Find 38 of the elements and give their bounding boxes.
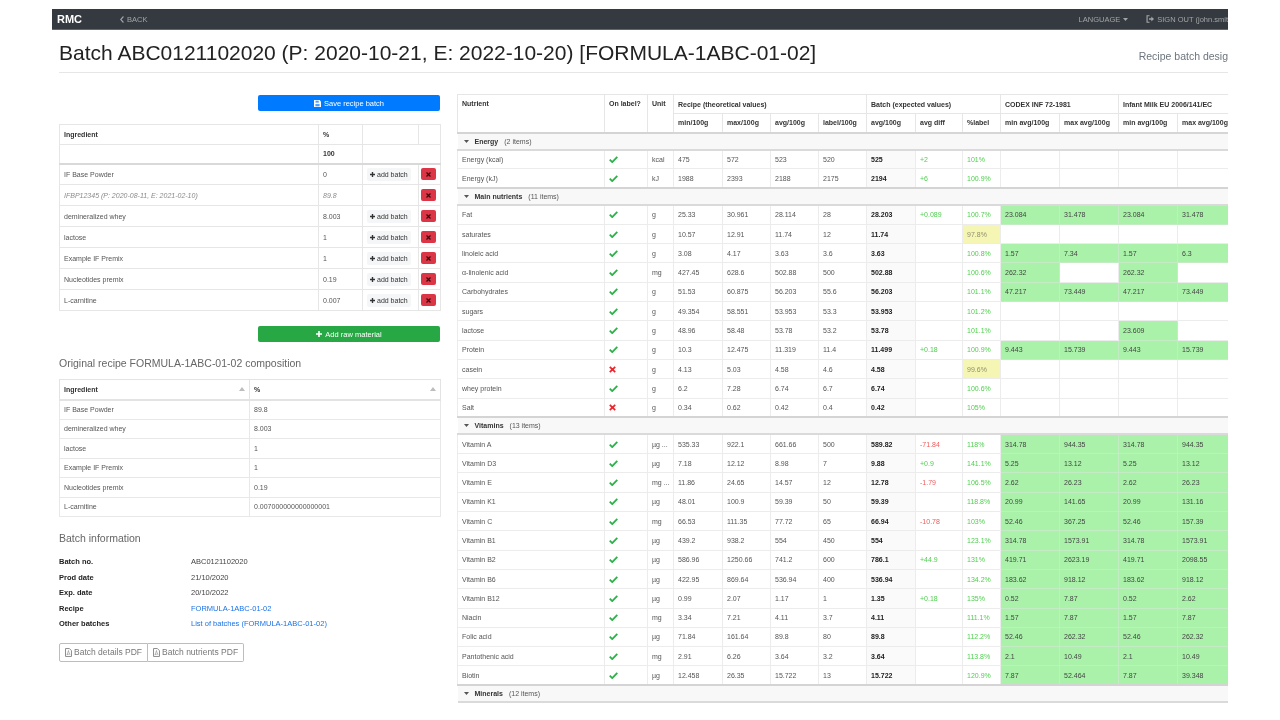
- caret-down-icon[interactable]: [463, 139, 469, 143]
- plus-icon: [370, 276, 375, 282]
- plus-icon: [370, 255, 375, 261]
- delete-button[interactable]: [421, 294, 436, 306]
- cross-icon: [426, 171, 431, 177]
- save-icon: [313, 99, 321, 107]
- caret-down-icon[interactable]: [463, 195, 469, 199]
- caret-down-icon[interactable]: [463, 692, 469, 696]
- cross-icon: [426, 255, 431, 261]
- pdf-button[interactable]: Batch nutrients PDF: [148, 642, 245, 662]
- delete-button[interactable]: [421, 168, 436, 181]
- delete-button[interactable]: [421, 231, 436, 243]
- plus-icon: [370, 213, 375, 219]
- pdf-button[interactable]: Batch details PDF: [59, 642, 149, 662]
- cross-icon: [426, 234, 431, 240]
- cross-icon: [426, 213, 431, 219]
- cross-icon: [426, 297, 431, 303]
- page-subtitle: Recipe batch desig: [1138, 50, 1228, 62]
- sign-out-icon: [1146, 15, 1155, 23]
- plus-icon: [316, 331, 323, 337]
- plus-icon: [370, 297, 375, 303]
- plus-icon: [370, 234, 375, 240]
- delete-button[interactable]: [421, 252, 436, 264]
- chevron-left-icon: [120, 15, 125, 23]
- delete-button[interactable]: [421, 273, 436, 285]
- caret-down-icon: [1123, 17, 1129, 21]
- file-icon: [65, 647, 72, 657]
- page-title: Batch ABC0121102020 (P: 2020-10-21, E: 2022-10-20) [FORMULA-1ABC-01-02]: [59, 40, 817, 65]
- delete-button[interactable]: [421, 189, 436, 201]
- caret-down-icon[interactable]: [463, 424, 469, 428]
- cross-icon: [426, 276, 431, 282]
- section-heading: Original recipe FORMULA-1ABC-01-02 composition: [59, 356, 303, 370]
- plus-icon: [370, 171, 375, 177]
- brand-logo[interactable]: RMC: [57, 13, 83, 25]
- delete-button[interactable]: [421, 210, 436, 222]
- file-icon: [153, 647, 161, 657]
- section-heading: Batch information: [59, 531, 142, 545]
- cross-icon: [426, 192, 431, 198]
